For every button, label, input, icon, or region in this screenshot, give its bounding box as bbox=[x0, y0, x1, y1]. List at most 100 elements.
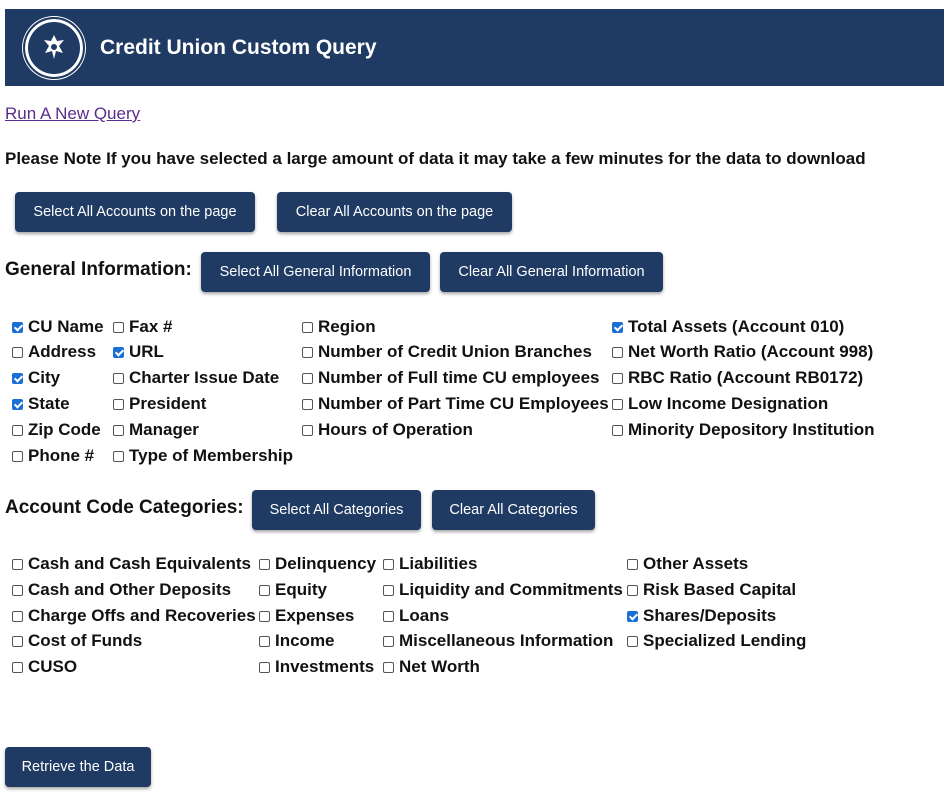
checkbox[interactable] bbox=[12, 372, 23, 384]
checkbox[interactable] bbox=[12, 398, 23, 410]
account-categories-heading: Account Code Categories: bbox=[5, 497, 244, 518]
general-info-option[interactable]: CU Name bbox=[12, 316, 104, 338]
checkbox[interactable] bbox=[302, 424, 313, 436]
general-info-option[interactable]: Minority Depository Institution bbox=[612, 419, 875, 441]
checkbox[interactable] bbox=[12, 661, 23, 673]
checkbox[interactable] bbox=[627, 558, 638, 570]
general-info-option[interactable]: Region bbox=[302, 316, 376, 338]
checkbox-label: Liquidity and Commitments bbox=[399, 580, 623, 599]
retrieve-data-button[interactable]: Retrieve the Data bbox=[5, 747, 151, 787]
checkbox[interactable] bbox=[612, 346, 623, 358]
checkbox[interactable] bbox=[302, 398, 313, 410]
checkbox[interactable] bbox=[612, 321, 623, 333]
account-category-option[interactable]: Other Assets bbox=[627, 553, 748, 575]
checkbox[interactable] bbox=[12, 450, 23, 462]
checkbox[interactable] bbox=[612, 398, 623, 410]
checkbox[interactable] bbox=[12, 346, 23, 358]
checkbox[interactable] bbox=[383, 635, 394, 647]
account-category-option[interactable]: Liquidity and Commitments bbox=[383, 579, 623, 601]
general-info-option[interactable]: Manager bbox=[113, 419, 199, 441]
account-category-option[interactable]: CUSO bbox=[12, 656, 77, 678]
checkbox[interactable] bbox=[383, 610, 394, 622]
checkbox[interactable] bbox=[259, 558, 270, 570]
checkbox-label: Equity bbox=[275, 580, 327, 599]
general-info-option[interactable]: Net Worth Ratio (Account 998) bbox=[612, 341, 873, 363]
checkbox[interactable] bbox=[12, 635, 23, 647]
checkbox-label: CUSO bbox=[28, 657, 78, 676]
general-info-option[interactable]: Number of Credit Union Branches bbox=[302, 341, 592, 363]
checkbox[interactable] bbox=[302, 372, 313, 384]
checkbox[interactable] bbox=[113, 450, 124, 462]
general-info-option[interactable]: Type of Membership bbox=[113, 445, 293, 467]
general-info-option[interactable]: President bbox=[113, 393, 206, 415]
general-info-option[interactable]: Zip Code bbox=[12, 419, 101, 441]
account-category-option[interactable]: Expenses bbox=[259, 605, 354, 627]
account-category-option[interactable]: Liabilities bbox=[383, 553, 477, 575]
checkbox[interactable] bbox=[12, 558, 23, 570]
general-info-option[interactable]: City bbox=[12, 367, 60, 389]
account-category-option[interactable]: Equity bbox=[259, 579, 327, 601]
select-all-accounts-button[interactable]: Select All Accounts on the page bbox=[15, 192, 255, 232]
general-info-option[interactable]: Charter Issue Date bbox=[113, 367, 279, 389]
checkbox-label: Specialized Lending bbox=[643, 631, 807, 650]
account-category-option[interactable]: Income bbox=[259, 630, 335, 652]
account-category-option[interactable]: Specialized Lending bbox=[627, 630, 806, 652]
checkbox[interactable] bbox=[113, 321, 124, 333]
clear-all-categories-button[interactable]: Clear All Categories bbox=[432, 490, 595, 530]
account-category-option[interactable]: Investments bbox=[259, 656, 374, 678]
checkbox[interactable] bbox=[113, 346, 124, 358]
general-info-option[interactable]: Address bbox=[12, 341, 96, 363]
checkbox[interactable] bbox=[259, 661, 270, 673]
general-info-option[interactable]: Number of Part Time CU Employees bbox=[302, 393, 609, 415]
checkbox-label: Cash and Cash Equivalents bbox=[28, 554, 251, 573]
select-all-general-button[interactable]: Select All General Information bbox=[201, 252, 430, 292]
clear-all-accounts-button[interactable]: Clear All Accounts on the page bbox=[277, 192, 512, 232]
checkbox[interactable] bbox=[12, 584, 23, 596]
checkbox[interactable] bbox=[627, 584, 638, 596]
checkbox[interactable] bbox=[113, 424, 124, 436]
general-info-option[interactable]: Number of Full time CU employees bbox=[302, 367, 600, 389]
checkbox[interactable] bbox=[113, 372, 124, 384]
checkbox[interactable] bbox=[612, 424, 623, 436]
checkbox[interactable] bbox=[12, 424, 23, 436]
checkbox[interactable] bbox=[113, 398, 124, 410]
account-category-option[interactable]: Cash and Cash Equivalents bbox=[12, 553, 251, 575]
checkbox[interactable] bbox=[612, 372, 623, 384]
general-info-option[interactable]: Hours of Operation bbox=[302, 419, 473, 441]
checkbox-label: Liabilities bbox=[399, 554, 478, 573]
checkbox[interactable] bbox=[259, 584, 270, 596]
checkbox[interactable] bbox=[383, 584, 394, 596]
account-category-option[interactable]: Loans bbox=[383, 605, 449, 627]
account-category-option[interactable]: Shares/Deposits bbox=[627, 605, 776, 627]
select-all-categories-button[interactable]: Select All Categories bbox=[252, 490, 421, 530]
checkbox[interactable] bbox=[383, 661, 394, 673]
account-category-option[interactable]: Miscellaneous Information bbox=[383, 630, 613, 652]
checkbox[interactable] bbox=[12, 321, 23, 333]
general-info-option[interactable]: RBC Ratio (Account RB0172) bbox=[612, 367, 863, 389]
account-category-option[interactable]: Cost of Funds bbox=[12, 630, 142, 652]
checkbox-label: Phone # bbox=[28, 446, 95, 465]
general-info-option[interactable]: Fax # bbox=[113, 316, 172, 338]
checkbox[interactable] bbox=[383, 558, 394, 570]
ncua-seal-icon bbox=[22, 15, 86, 80]
account-category-option[interactable]: Net Worth bbox=[383, 656, 480, 678]
account-category-option[interactable]: Charge Offs and Recoveries bbox=[12, 605, 256, 627]
general-info-option[interactable]: Low Income Designation bbox=[612, 393, 828, 415]
general-info-option[interactable]: State bbox=[12, 393, 70, 415]
general-info-option[interactable]: Total Assets (Account 010) bbox=[612, 316, 844, 338]
run-new-query-link[interactable]: Run A New Query bbox=[5, 104, 140, 124]
general-info-option[interactable]: Phone # bbox=[12, 445, 94, 467]
account-category-option[interactable]: Cash and Other Deposits bbox=[12, 579, 231, 601]
checkbox[interactable] bbox=[627, 610, 638, 622]
checkbox[interactable] bbox=[302, 346, 313, 358]
account-category-option[interactable]: Delinquency bbox=[259, 553, 376, 575]
checkbox-label: Total Assets (Account 010) bbox=[628, 317, 845, 336]
checkbox[interactable] bbox=[627, 635, 638, 647]
general-info-option[interactable]: URL bbox=[113, 341, 164, 363]
checkbox[interactable] bbox=[302, 321, 313, 333]
checkbox[interactable] bbox=[259, 610, 270, 622]
account-category-option[interactable]: Risk Based Capital bbox=[627, 579, 796, 601]
checkbox[interactable] bbox=[12, 610, 23, 622]
clear-all-general-button[interactable]: Clear All General Information bbox=[440, 252, 663, 292]
checkbox[interactable] bbox=[259, 635, 270, 647]
